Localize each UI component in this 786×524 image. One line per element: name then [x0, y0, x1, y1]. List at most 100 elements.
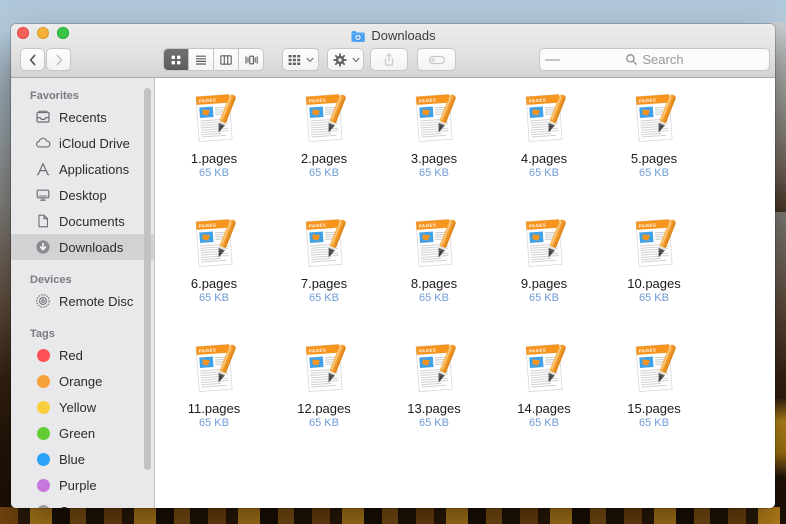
- file-name: 5.pages: [630, 151, 678, 166]
- sidebar-item-blue[interactable]: Blue: [11, 446, 154, 472]
- sidebar-item-green[interactable]: Green: [11, 420, 154, 446]
- back-button[interactable]: [20, 48, 45, 71]
- recents-icon: [35, 109, 51, 125]
- file-11.pages[interactable]: PAGES 11.pages 65 KB: [159, 336, 269, 461]
- search-input[interactable]: Search: [539, 48, 770, 71]
- pages-file-icon: PAGES: [297, 88, 351, 146]
- pages-file-icon: PAGES: [407, 88, 461, 146]
- applications-icon: [35, 161, 51, 177]
- file-name: 7.pages: [300, 276, 348, 291]
- traffic-lights: [17, 27, 69, 39]
- pages-file-icon: PAGES: [627, 88, 681, 146]
- file-name: 6.pages: [190, 276, 238, 291]
- grouping-icon: [288, 54, 301, 65]
- minimize-button[interactable]: [37, 27, 49, 39]
- sidebar-item-applications[interactable]: Applications: [11, 156, 154, 182]
- file-size: 65 KB: [309, 167, 339, 179]
- close-button[interactable]: [17, 27, 29, 39]
- file-name: 15.pages: [627, 401, 681, 416]
- sidebar-item-label: Blue: [59, 451, 86, 467]
- column-view-button[interactable]: [214, 49, 239, 70]
- gear-icon: [332, 52, 347, 67]
- file-name: 13.pages: [407, 401, 461, 416]
- file-7.pages[interactable]: PAGES 7.pages 65 KB: [269, 211, 379, 336]
- sidebar-item-downloads[interactable]: Downloads: [11, 234, 154, 260]
- list-view-button[interactable]: [189, 49, 214, 70]
- sidebar-item-yellow[interactable]: Yellow: [11, 394, 154, 420]
- file-1.pages[interactable]: PAGES 1.pages 65 KB: [159, 86, 269, 211]
- pages-file-icon: PAGES: [297, 213, 351, 271]
- file-size: 65 KB: [419, 167, 449, 179]
- share-icon: [384, 52, 394, 66]
- wallpaper-autumn-band: [0, 507, 786, 524]
- search-placeholder: Search: [642, 52, 684, 67]
- file-size: 65 KB: [529, 292, 559, 304]
- share-button[interactable]: [370, 48, 408, 71]
- file-browser[interactable]: PAGES 1.pages65 KB PAGES 2.pages65 KB: [155, 78, 775, 508]
- tag-dot: [35, 425, 51, 441]
- pages-file-icon: PAGES: [627, 213, 681, 271]
- sidebar-item-documents[interactable]: Documents: [11, 208, 154, 234]
- file-15.pages[interactable]: PAGES 15.pages 65 KB: [599, 336, 709, 461]
- file-size: 65 KB: [419, 417, 449, 429]
- sidebar-item-label: Orange: [59, 373, 103, 389]
- sidebar-item-desktop[interactable]: Desktop: [11, 182, 154, 208]
- file-5.pages[interactable]: PAGES 5.pages 65 KB: [599, 86, 709, 211]
- file-3.pages[interactable]: PAGES 3.pages 65 KB: [379, 86, 489, 211]
- file-6.pages[interactable]: PAGES 6.pages 65 KB: [159, 211, 269, 336]
- cover-flow-view-button[interactable]: [239, 49, 263, 70]
- file-size: 65 KB: [309, 417, 339, 429]
- pages-file-icon: PAGES: [517, 88, 571, 146]
- grouping-button[interactable]: [282, 48, 319, 71]
- file-size: 65 KB: [199, 292, 229, 304]
- icon-view-button[interactable]: [164, 49, 189, 70]
- file-8.pages[interactable]: PAGES 8.pages 65 KB: [379, 211, 489, 336]
- sidebar-scrollbar[interactable]: [144, 88, 151, 470]
- tag-dot: [35, 451, 51, 467]
- tag-dot: [35, 503, 51, 508]
- sidebar-item-label: Desktop: [59, 187, 107, 203]
- title-bar[interactable]: Downloads: [11, 24, 775, 44]
- file-size: 65 KB: [199, 167, 229, 179]
- file-14.pages[interactable]: PAGES 14.pages 65 KB: [489, 336, 599, 461]
- tags-button[interactable]: [417, 48, 456, 71]
- sidebar-item-remote-disc[interactable]: Remote Disc: [11, 288, 154, 314]
- file-2.pages[interactable]: PAGES 2.pages 65 KB: [269, 86, 379, 211]
- action-menu-button[interactable]: [327, 48, 364, 71]
- sidebar-section-favorites: Favorites: [30, 90, 79, 102]
- remote-disc-icon: [35, 293, 51, 309]
- pages-file-icon: PAGES: [187, 88, 241, 146]
- forward-button[interactable]: [46, 48, 71, 71]
- column-view-icon: [220, 54, 232, 65]
- file-name: 9.pages: [520, 276, 568, 291]
- sidebar-item-red[interactable]: Red: [11, 342, 154, 368]
- sidebar-item-label: Applications: [59, 161, 130, 177]
- sidebar-item-gray[interactable]: Gray: [11, 498, 154, 508]
- sidebar-item-recents[interactable]: Recents: [11, 104, 154, 130]
- back-icon: [29, 54, 35, 65]
- sidebar-item-purple[interactable]: Purple: [11, 472, 154, 498]
- sidebar-item-label: Purple: [59, 477, 97, 493]
- sidebar-item-label: Yellow: [59, 399, 97, 415]
- sidebar-item-orange[interactable]: Orange: [11, 368, 154, 394]
- desktop-icon: [35, 187, 51, 203]
- downloads-icon: [35, 239, 51, 255]
- file-12.pages[interactable]: PAGES 12.pages 65 KB: [269, 336, 379, 461]
- file-size: 65 KB: [639, 167, 669, 179]
- icon-view-icon: [171, 55, 181, 64]
- file-13.pages[interactable]: PAGES 13.pages 65 KB: [379, 336, 489, 461]
- view-switcher: [163, 48, 264, 71]
- file-4.pages[interactable]: PAGES 4.pages 65 KB: [489, 86, 599, 211]
- sidebar-item-label: Recents: [59, 109, 107, 125]
- tag-dot: [35, 477, 51, 493]
- chevron-down-icon: [352, 57, 359, 62]
- file-name: 1.pages: [190, 151, 238, 166]
- sidebar-item-icloud-drive[interactable]: iCloud Drive: [11, 130, 154, 156]
- sidebar-item-label: Remote Disc: [59, 293, 134, 309]
- file-9.pages[interactable]: PAGES 9.pages 65 KB: [489, 211, 599, 336]
- file-10.pages[interactable]: PAGES 10.pages 65 KB: [599, 211, 709, 336]
- file-name: 4.pages: [520, 151, 568, 166]
- file-size: 65 KB: [199, 417, 229, 429]
- toolbar: Search: [11, 44, 775, 78]
- zoom-button[interactable]: [57, 27, 69, 39]
